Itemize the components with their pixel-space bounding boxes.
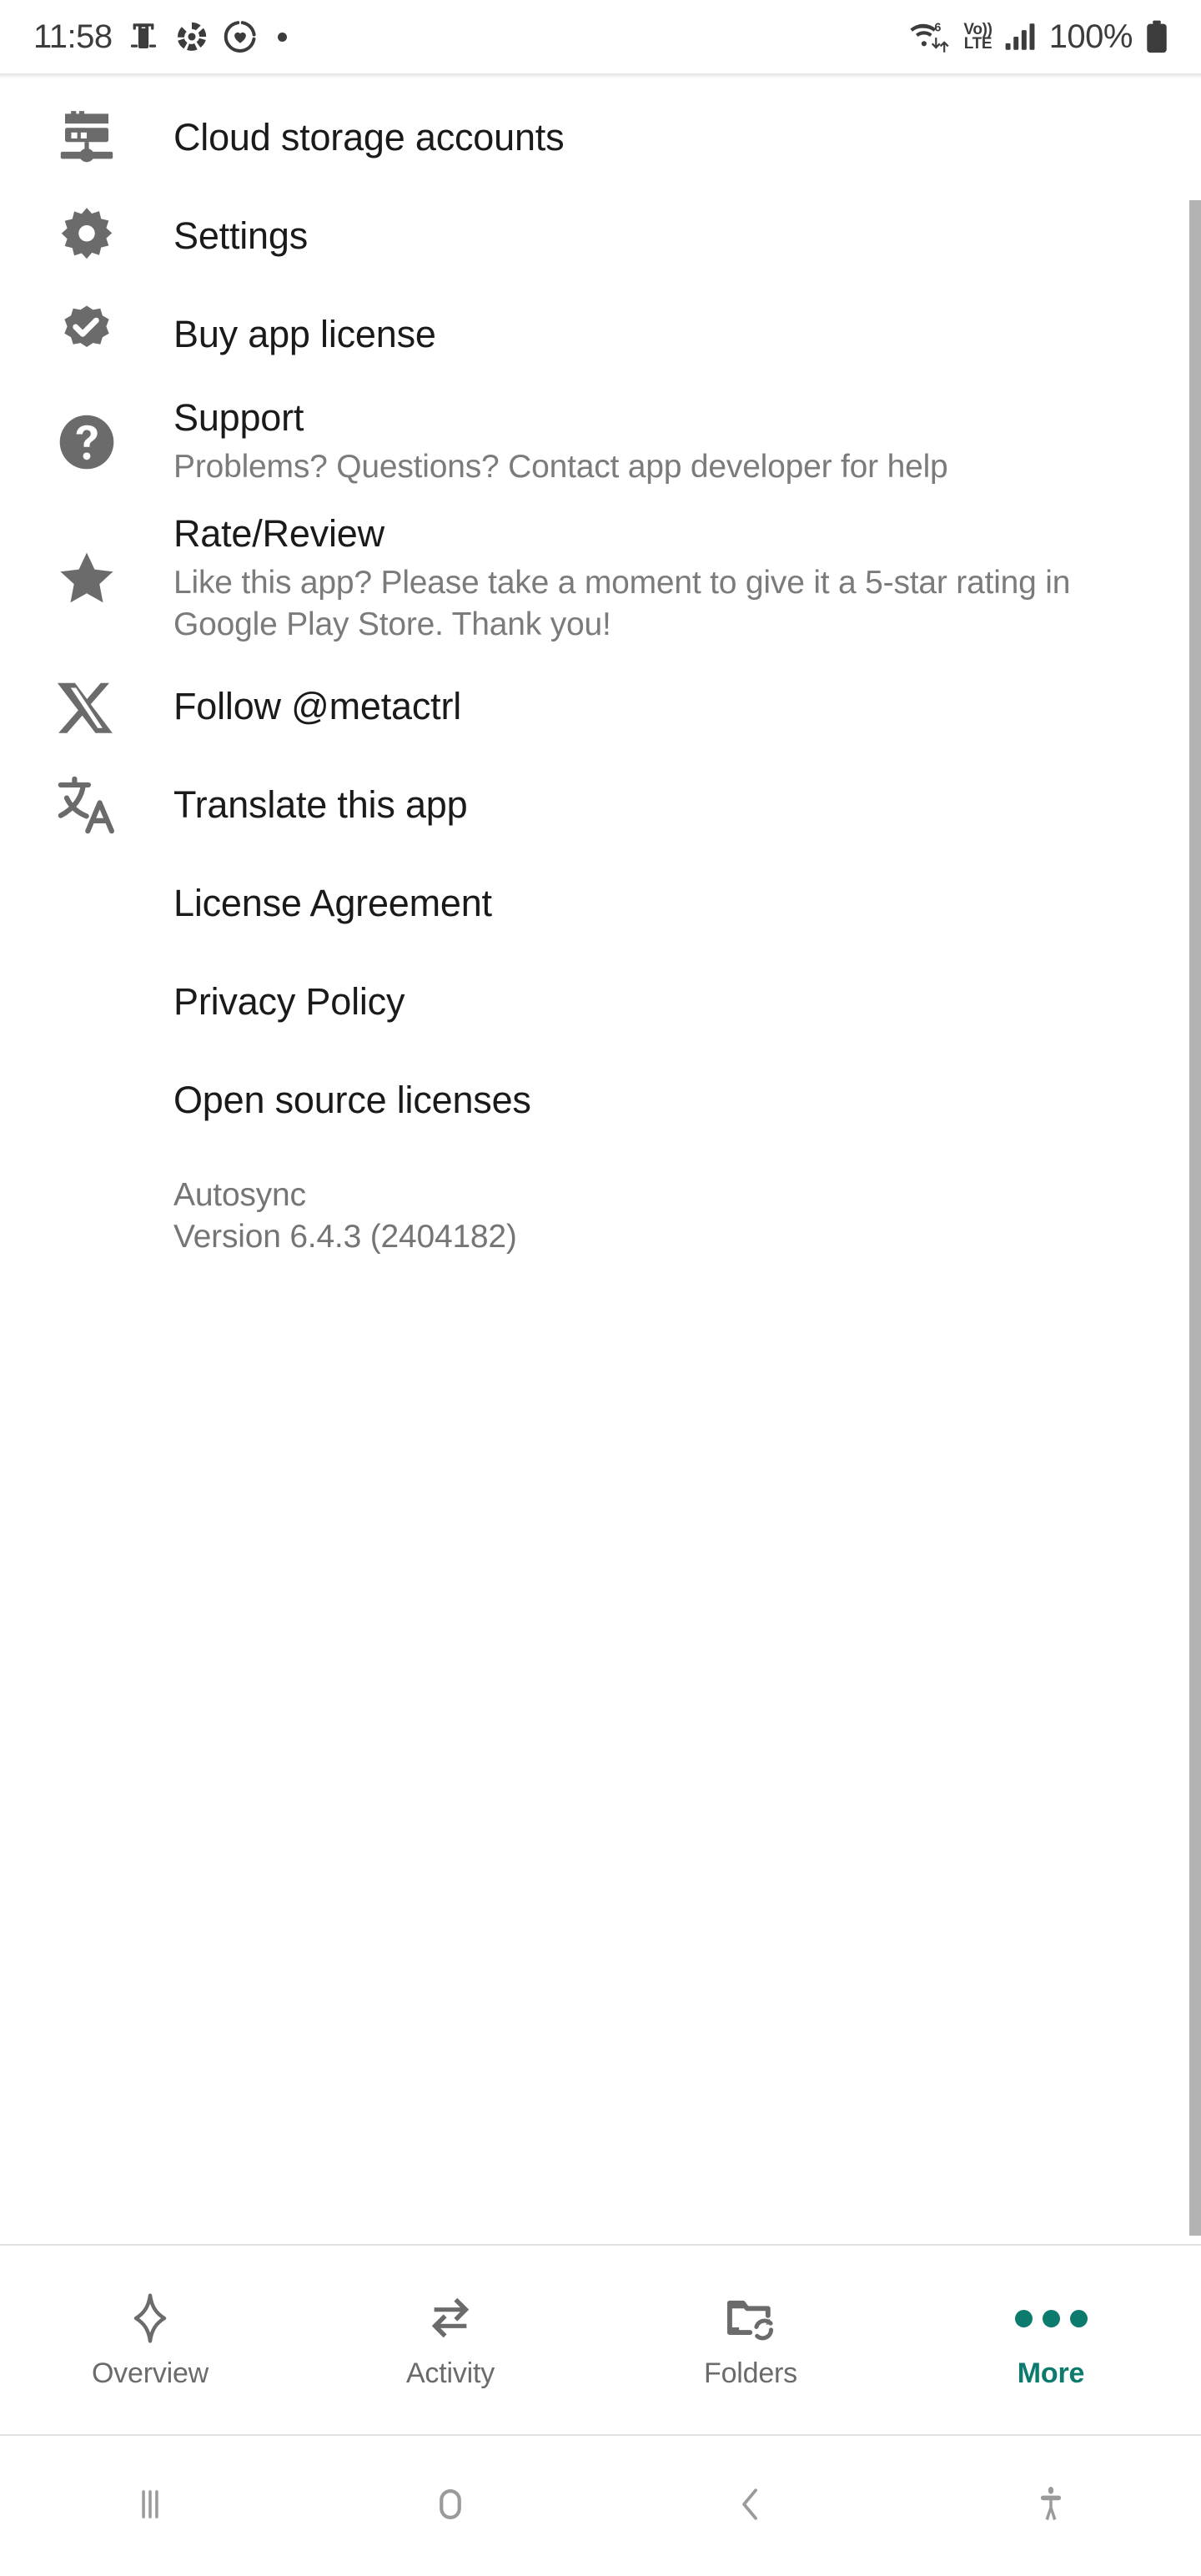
menu-item-title: License Agreement xyxy=(173,882,492,925)
status-bar-left: 11:58 xyxy=(33,19,287,54)
bottom-nav-item-folders[interactable]: Folders xyxy=(600,2246,901,2434)
menu-item-title: Support xyxy=(173,396,304,439)
bottom-nav-item-activity[interactable]: Activity xyxy=(300,2246,600,2434)
home-button[interactable] xyxy=(300,2481,600,2532)
menu-item-text: Support Problems? Questions? Contact app… xyxy=(173,395,1151,488)
status-bar: 11:58 6 Vo)) LTE 100% xyxy=(0,0,1201,73)
menu-item-title: Translate this app xyxy=(173,783,468,827)
dot-2 xyxy=(1042,2309,1060,2327)
menu-item-title: Follow @metactrl xyxy=(173,685,462,728)
menu-item-text: Privacy Policy xyxy=(173,979,1151,1024)
menu-item-subtitle: Like this app? Please take a moment to g… xyxy=(173,565,1071,642)
status-bar-clock: 11:58 xyxy=(33,18,113,55)
translate-icon xyxy=(0,772,173,838)
volte-bottom-label: LTE xyxy=(963,35,992,53)
two-way-arrows-icon xyxy=(425,2292,476,2344)
status-bar-right: 6 Vo)) LTE 100% xyxy=(908,18,1171,55)
volte-icon: Vo)) LTE xyxy=(963,21,992,53)
menu-item-open-source-licenses[interactable]: Open source licenses xyxy=(0,1051,1201,1150)
bottom-nav-label: More xyxy=(1017,2357,1085,2389)
menu-item-license-agreement[interactable]: License Agreement xyxy=(0,854,1201,953)
battery-full-icon xyxy=(1143,18,1171,55)
more-menu-list: Cloud storage accounts Settings Buy app … xyxy=(0,73,1201,1283)
sparkle-star-icon xyxy=(124,2292,176,2344)
menu-item-text: Cloud storage accounts xyxy=(173,115,1151,159)
sync-circle-icon xyxy=(174,19,209,54)
version-text-wrap: Autosync Version 6.4.3 (2404182) xyxy=(173,1175,517,1258)
scrollbar-thumb[interactable] xyxy=(1189,200,1201,2236)
bottom-nav-label: Activity xyxy=(405,2357,495,2389)
menu-item-title: Buy app license xyxy=(173,313,436,356)
wifi-6-icon: 6 xyxy=(908,18,953,55)
menu-item-text: Translate this app xyxy=(173,782,1151,827)
menu-item-text: Buy app license xyxy=(173,312,1151,356)
gear-icon xyxy=(0,204,173,269)
cellular-signal-icon xyxy=(1003,19,1039,54)
menu-item-buy-app-license[interactable]: Buy app license xyxy=(0,285,1201,384)
menu-item-text: Follow @metactrl xyxy=(173,684,1151,728)
bottom-nav-item-more[interactable]: More xyxy=(901,2246,1201,2434)
menu-item-title: Privacy Policy xyxy=(173,980,405,1024)
bottom-nav-item-overview[interactable]: Overview xyxy=(0,2246,300,2434)
dot-1 xyxy=(1014,2309,1033,2327)
x-twitter-icon xyxy=(0,677,173,737)
menu-item-subtitle: Problems? Questions? Contact app develop… xyxy=(173,449,948,486)
bottom-nav-label: Overview xyxy=(91,2357,209,2389)
verified-badge-icon xyxy=(0,302,173,367)
menu-item-follow-metactrl[interactable]: Follow @metactrl xyxy=(0,657,1201,756)
menu-item-text: Open source licenses xyxy=(173,1078,1151,1122)
menu-item-title: Settings xyxy=(173,214,308,258)
accessibility-person-icon xyxy=(1029,2483,1073,2530)
scrollbar-track[interactable] xyxy=(1189,73,1201,2244)
recents-button[interactable] xyxy=(0,2481,300,2532)
app-version-label: Version 6.4.3 (2404182) xyxy=(173,1218,517,1255)
android-system-navigation-bar xyxy=(0,2436,1201,2576)
app-name-label: Autosync xyxy=(173,1176,306,1213)
bottom-nav-label: Folders xyxy=(704,2357,797,2389)
three-dots-icon xyxy=(1014,2292,1088,2344)
menu-item-text: Settings xyxy=(173,214,1151,258)
star-icon xyxy=(0,546,173,611)
menu-item-privacy-policy[interactable]: Privacy Policy xyxy=(0,953,1201,1051)
status-bar-shadow xyxy=(0,73,1201,78)
three-bars-icon xyxy=(127,2481,173,2532)
device-notification-icon xyxy=(126,19,161,54)
bottom-navigation-bar: Overview Activity Folders More xyxy=(0,2244,1201,2436)
menu-item-cloud-storage-accounts[interactable]: Cloud storage accounts xyxy=(0,88,1201,187)
battery-percent-label: 100% xyxy=(1048,18,1133,55)
question-circle-icon xyxy=(0,410,173,474)
menu-item-rate-review[interactable]: Rate/Review Like this app? Please take a… xyxy=(0,500,1201,657)
back-button[interactable] xyxy=(600,2481,901,2532)
menu-item-text: License Agreement xyxy=(173,881,1151,925)
notification-dot-icon xyxy=(277,32,287,42)
accessibility-button[interactable] xyxy=(901,2483,1201,2530)
version-no-icon xyxy=(0,1175,173,1258)
folder-sync-icon xyxy=(724,2292,777,2344)
menu-item-title: Cloud storage accounts xyxy=(173,116,565,159)
more-menu-scroll-area[interactable]: Cloud storage accounts Settings Buy app … xyxy=(0,73,1201,2244)
dot-3 xyxy=(1069,2309,1088,2327)
menu-item-settings[interactable]: Settings xyxy=(0,187,1201,285)
svg-text:6: 6 xyxy=(935,22,942,35)
chevron-left-icon xyxy=(727,2481,774,2532)
heart-circle-icon xyxy=(223,19,258,54)
menu-item-support[interactable]: Support Problems? Questions? Contact app… xyxy=(0,384,1201,500)
menu-item-text: Rate/Review Like this app? Please take a… xyxy=(173,511,1151,646)
three-dots-glyph xyxy=(1014,2309,1088,2327)
app-version-block: Autosync Version 6.4.3 (2404182) xyxy=(0,1150,1201,1283)
server-storage-icon xyxy=(0,105,173,170)
rounded-square-icon xyxy=(427,2481,474,2532)
menu-item-translate-this-app[interactable]: Translate this app xyxy=(0,756,1201,854)
menu-item-title: Open source licenses xyxy=(173,1079,531,1122)
menu-item-title: Rate/Review xyxy=(173,512,384,555)
